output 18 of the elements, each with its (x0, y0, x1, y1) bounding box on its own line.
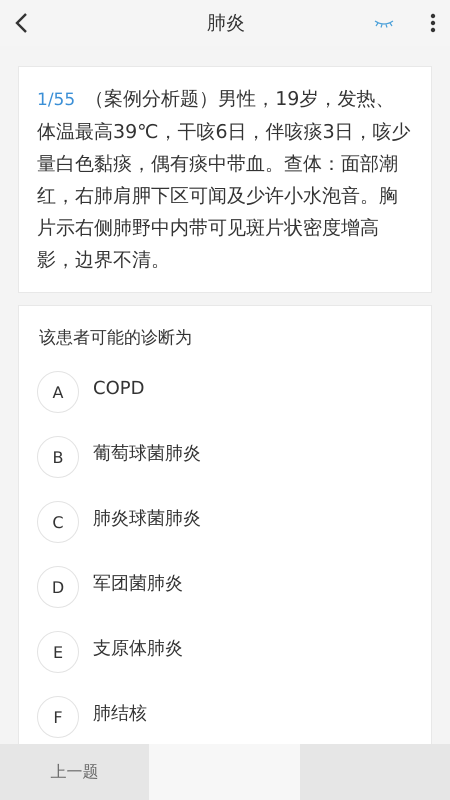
option-letter[interactable]: D (37, 566, 79, 608)
option-text[interactable]: 军团菌肺炎 (93, 571, 183, 595)
option-letter[interactable]: A (37, 371, 79, 413)
option-text[interactable]: 肺炎球菌肺炎 (93, 506, 201, 530)
option-text[interactable]: COPD (93, 378, 144, 398)
option-letter[interactable]: F (37, 696, 79, 738)
closed-eye-icon[interactable] (374, 18, 394, 28)
option-letter[interactable]: E (37, 631, 79, 673)
option-letter[interactable]: B (37, 436, 79, 478)
question-text: 1/55 （案例分析题）男性，19岁，发热、体温最高39℃，干咳6日，伴咳痰3日，咳少量白色黏痰，偶有痰中带血。查体：面部潮红，右肺肩胛下区可闻及少许小水泡音。胸片示右侧肺野中内带可见斑片状密度增高影，边界不清。 (37, 87, 412, 273)
page-title: 肺炎 (206, 11, 246, 36)
option-text[interactable]: 葡萄球菌肺炎 (93, 441, 201, 465)
back-icon[interactable] (14, 12, 28, 34)
option-text[interactable]: 肺结核 (93, 701, 147, 725)
option-text[interactable]: 支原体肺炎 (93, 636, 183, 660)
more-icon[interactable] (430, 13, 436, 33)
option-letter[interactable]: C (37, 501, 79, 543)
question-prompt: 该患者可能的诊断为 (39, 327, 193, 349)
